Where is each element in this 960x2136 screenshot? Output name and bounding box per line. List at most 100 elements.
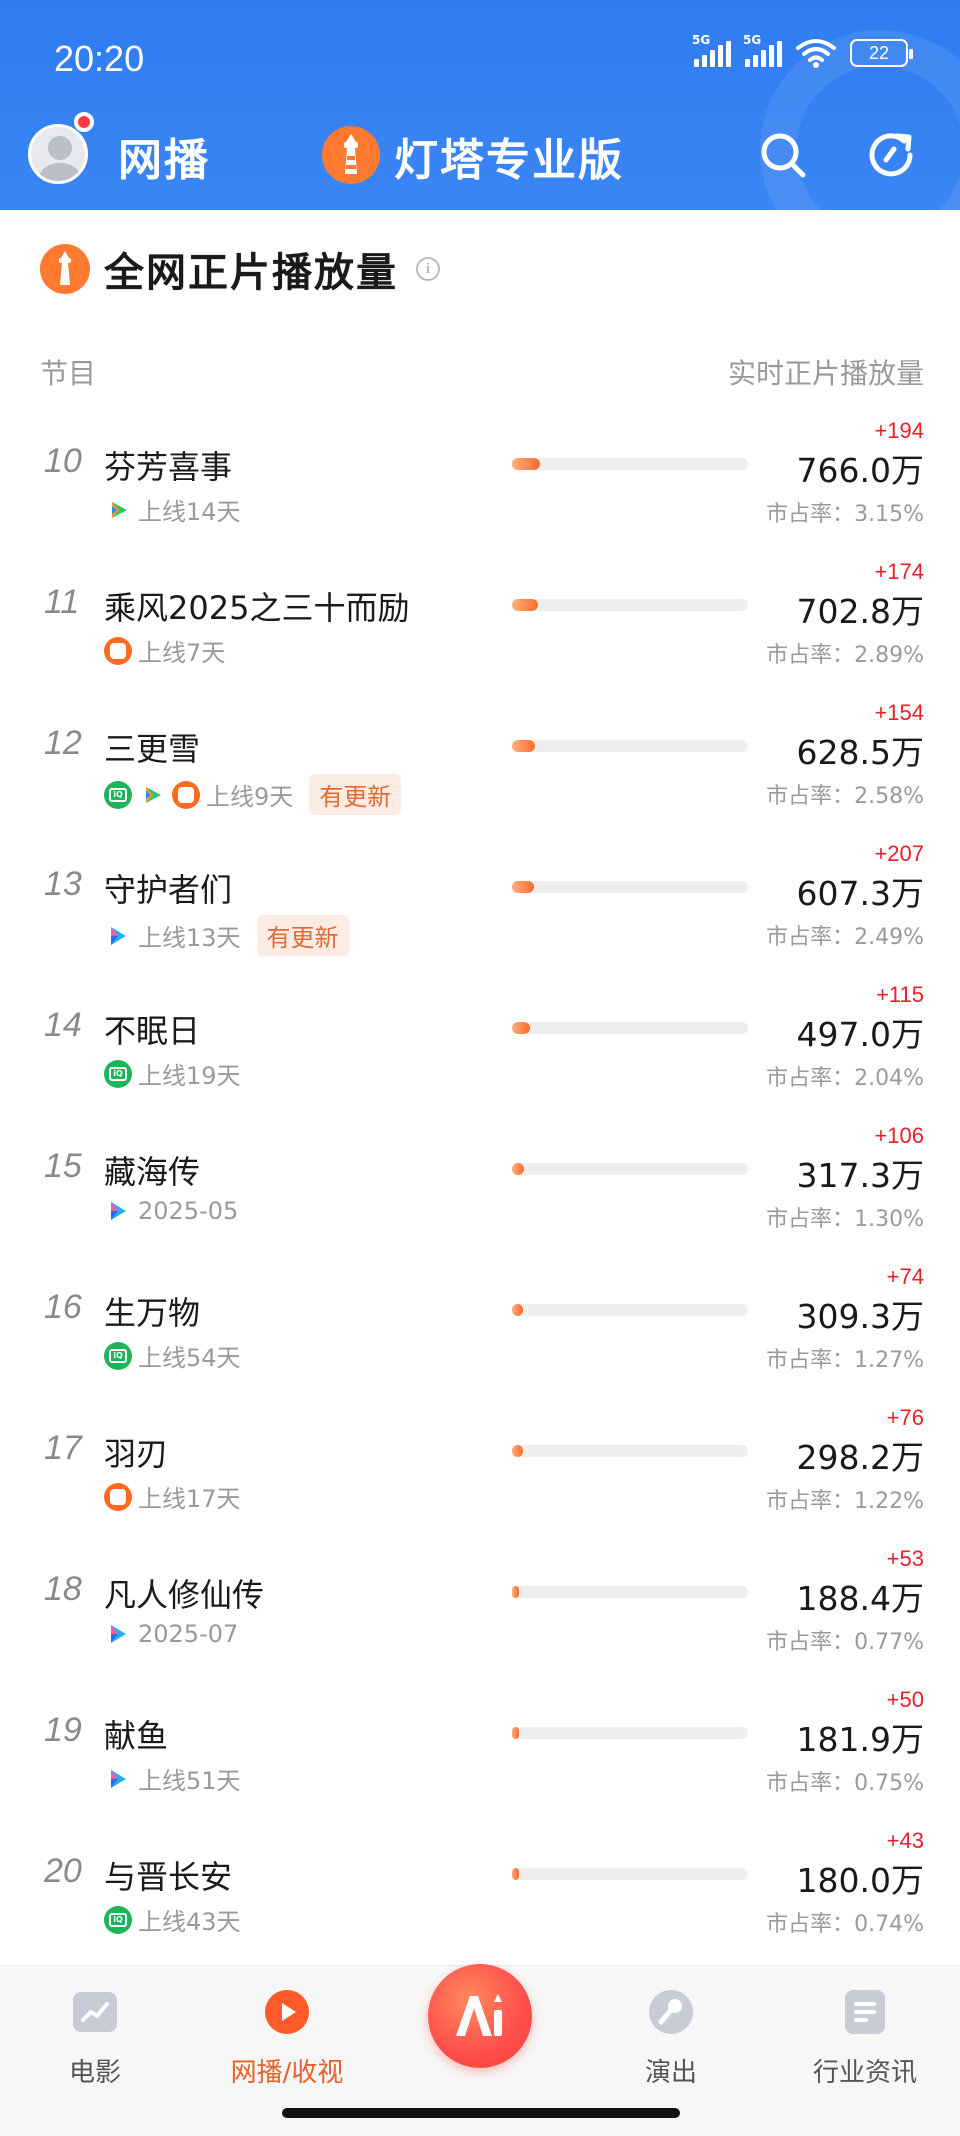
program-title[interactable]: 凡人修仙传 bbox=[104, 1570, 264, 1616]
brand-dengta[interactable]: 灯塔专业版 bbox=[394, 124, 624, 188]
notification-dot bbox=[74, 112, 94, 132]
share-bar-fill bbox=[512, 1868, 519, 1880]
platform-iqiyi-icon: iQ bbox=[104, 1341, 132, 1370]
program-title[interactable]: 羽刃 bbox=[104, 1429, 168, 1475]
platform-mango-icon bbox=[104, 1482, 132, 1511]
nav-show[interactable]: 演出 bbox=[596, 1988, 746, 2089]
release-info: 上线13天 bbox=[138, 924, 241, 952]
battery-icon: 22 bbox=[850, 39, 913, 67]
share-bar bbox=[512, 1022, 748, 1034]
signal-icon: 5G bbox=[692, 33, 731, 67]
search-icon[interactable] bbox=[756, 128, 810, 182]
share-bar bbox=[512, 740, 748, 752]
wifi-icon bbox=[796, 39, 836, 68]
delta-value: +106 bbox=[874, 1123, 924, 1148]
document-icon bbox=[845, 1990, 885, 2034]
program-title[interactable]: 献鱼 bbox=[104, 1711, 168, 1757]
market-share: 市占率：3.15% bbox=[766, 502, 924, 527]
table-row[interactable]: 10 芬芳喜事 上线14天 +194 766.0万 市占率：3.15% bbox=[0, 410, 960, 551]
ai-button[interactable] bbox=[428, 1964, 532, 2068]
info-icon[interactable]: i bbox=[416, 257, 440, 281]
delta-value: +76 bbox=[886, 1405, 924, 1430]
rank-number: 17 bbox=[44, 1429, 82, 1467]
platform-mango-icon bbox=[172, 780, 200, 809]
program-meta: 上线17天 bbox=[104, 1479, 241, 1514]
table-row[interactable]: 16 生万物 iQ 上线54天 +74 309.3万 市占率：1.27% bbox=[0, 1256, 960, 1397]
platform-tencent-icon bbox=[104, 496, 132, 524]
table-row[interactable]: 20 与晋长安 iQ 上线43天 +43 180.0万 市占率：0.74% bbox=[0, 1820, 960, 1961]
program-title[interactable]: 三更雪 bbox=[104, 724, 200, 770]
release-info: 2025-07 bbox=[138, 1620, 239, 1648]
share-bar bbox=[512, 1868, 748, 1880]
nav-news[interactable]: 行业资讯 bbox=[790, 1988, 940, 2089]
app-header: 20:20 5G 5G 22 网播 灯塔专业版 bbox=[0, 0, 960, 210]
share-bar bbox=[512, 1445, 748, 1457]
release-info: 上线7天 bbox=[138, 639, 226, 667]
program-title[interactable]: 生万物 bbox=[104, 1288, 200, 1334]
platform-iqiyi-icon: iQ bbox=[104, 780, 132, 809]
program-title[interactable]: 芬芳喜事 bbox=[104, 442, 232, 488]
table-row[interactable]: 13 守护者们 上线13天 有更新 +207 607.3万 市占率：2.49% bbox=[0, 833, 960, 974]
market-share: 市占率：0.74% bbox=[766, 1912, 924, 1937]
release-info: 上线19天 bbox=[138, 1062, 241, 1090]
release-info: 上线54天 bbox=[138, 1344, 241, 1372]
section-title: 全网正片播放量 bbox=[104, 250, 398, 296]
rank-number: 10 bbox=[44, 442, 82, 480]
program-title[interactable]: 守护者们 bbox=[104, 865, 232, 911]
program-meta: 上线51天 bbox=[104, 1761, 241, 1796]
column-header-program: 节目 bbox=[40, 357, 97, 390]
program-title[interactable]: 藏海传 bbox=[104, 1147, 200, 1193]
share-bar-fill bbox=[512, 1022, 531, 1034]
program-title[interactable]: 不眠日 bbox=[104, 1006, 200, 1052]
share-bar-fill bbox=[512, 1163, 524, 1175]
play-count: 628.5万 bbox=[796, 733, 924, 772]
section-header: 全网正片播放量 i bbox=[40, 240, 440, 298]
refresh-icon[interactable] bbox=[864, 128, 918, 182]
play-count: 702.8万 bbox=[796, 592, 924, 631]
table-row[interactable]: 18 凡人修仙传 2025-07 +53 188.4万 市占率：0.77% bbox=[0, 1538, 960, 1679]
film-icon bbox=[73, 1992, 117, 2032]
update-badge: 有更新 bbox=[309, 774, 402, 815]
program-meta: 上线7天 bbox=[104, 633, 225, 668]
share-bar-fill bbox=[512, 599, 538, 611]
program-title[interactable]: 乘风2025之三十而励 bbox=[104, 583, 409, 629]
delta-value: +115 bbox=[876, 982, 924, 1007]
table-row[interactable]: 12 三更雪 iQ 上线9天 有更新 +154 628.5万 市占率：2.58% bbox=[0, 692, 960, 833]
market-share: 市占率：1.22% bbox=[766, 1489, 924, 1514]
rank-number: 16 bbox=[44, 1288, 82, 1326]
rank-number: 18 bbox=[44, 1570, 82, 1608]
delta-value: +74 bbox=[886, 1264, 924, 1289]
rank-number: 20 bbox=[44, 1852, 82, 1890]
nav-webplay[interactable]: 网播/收视 bbox=[212, 1988, 362, 2089]
ai-icon bbox=[456, 1994, 502, 2036]
share-bar bbox=[512, 1304, 748, 1316]
share-bar-fill bbox=[512, 1445, 523, 1457]
table-row[interactable]: 14 不眠日 iQ 上线19天 +115 497.0万 市占率：2.04% bbox=[0, 974, 960, 1115]
play-count: 298.2万 bbox=[796, 1438, 924, 1477]
microphone-icon bbox=[649, 1990, 693, 2034]
share-bar bbox=[512, 1586, 748, 1598]
market-share: 市占率：0.75% bbox=[766, 1771, 924, 1796]
play-count: 607.3万 bbox=[796, 874, 924, 913]
brand-wangbo[interactable]: 网播 bbox=[118, 124, 210, 188]
nav-movie[interactable]: 电影 bbox=[20, 1988, 170, 2089]
table-row[interactable]: 15 藏海传 2025-05 +106 317.3万 市占率：1.30% bbox=[0, 1115, 960, 1256]
share-bar-fill bbox=[512, 1304, 524, 1316]
avatar[interactable] bbox=[28, 124, 88, 184]
platform-mango-icon bbox=[104, 636, 132, 665]
program-meta: 上线14天 bbox=[104, 492, 241, 527]
share-bar bbox=[512, 599, 748, 611]
ranking-list: 10 芬芳喜事 上线14天 +194 766.0万 市占率：3.15% 11 乘… bbox=[0, 410, 960, 1961]
table-row[interactable]: 11 乘风2025之三十而励 上线7天 +174 702.8万 市占率：2.89… bbox=[0, 551, 960, 692]
release-info: 上线9天 bbox=[206, 783, 294, 811]
program-title[interactable]: 与晋长安 bbox=[104, 1852, 232, 1898]
market-share: 市占率：2.49% bbox=[766, 925, 924, 950]
table-row[interactable]: 19 献鱼 上线51天 +50 181.9万 市占率：0.75% bbox=[0, 1679, 960, 1820]
platform-iqiyi-icon: iQ bbox=[104, 1059, 132, 1088]
table-row[interactable]: 17 羽刃 上线17天 +76 298.2万 市占率：1.22% bbox=[0, 1397, 960, 1538]
release-info: 2025-05 bbox=[138, 1197, 239, 1225]
share-bar-fill bbox=[512, 1727, 519, 1739]
rank-number: 15 bbox=[44, 1147, 82, 1185]
share-bar-fill bbox=[512, 458, 541, 470]
rank-number: 13 bbox=[44, 865, 82, 903]
